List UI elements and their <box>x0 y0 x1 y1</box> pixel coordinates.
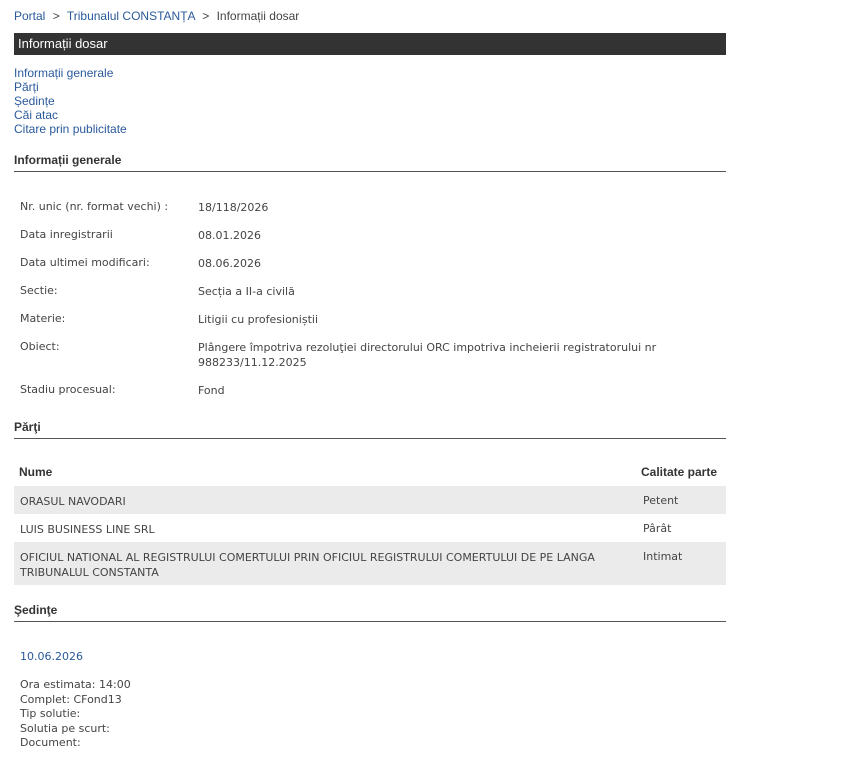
info-value: 18/118/2026 <box>198 201 269 214</box>
table-row: OFICIUL NATIONAL AL REGISTRULUI COMERTUL… <box>14 542 726 585</box>
column-header-name: Nume <box>19 465 53 479</box>
session-details: Ora estimata: 14:00 Complet: CFond13 Tip… <box>20 678 131 751</box>
nav-link-sedinte[interactable]: Ședințe <box>14 94 127 108</box>
section-nav: Informații generale Părți Ședințe Căi at… <box>14 66 127 136</box>
table-row: LUIS BUSINESS LINE SRL Pârât <box>14 514 726 542</box>
nav-link-informatii-generale[interactable]: Informații generale <box>14 66 127 80</box>
column-header-role: Calitate parte <box>641 465 718 479</box>
info-label: Sectie: <box>20 284 58 297</box>
breadcrumb-separator: > <box>52 9 60 23</box>
info-value: Plângere împotriva rezoluţiei directorul… <box>198 341 657 369</box>
session-solution-summary: Solutia pe scurt: <box>20 721 110 735</box>
breadcrumb-separator: > <box>202 9 210 23</box>
parties-table: Nume Calitate parte ORASUL NAVODARI Pete… <box>14 458 726 585</box>
session-document: Document: <box>20 736 81 749</box>
info-value: Secția a II-a civilă <box>198 285 295 298</box>
party-role: Petent <box>643 494 679 507</box>
info-label: Data inregistrarii <box>20 228 113 241</box>
table-row: ORASUL NAVODARI Petent <box>14 486 726 514</box>
breadcrumb-current: Informații dosar <box>216 9 300 23</box>
info-value: Litigii cu profesioniștii <box>198 313 318 326</box>
breadcrumb: Portal > Tribunalul CONSTANȚA > Informaț… <box>14 9 299 23</box>
nav-link-parti[interactable]: Părți <box>14 80 127 94</box>
breadcrumb-court-link[interactable]: Tribunalul CONSTANȚA <box>67 9 195 23</box>
party-name: LUIS BUSINESS LINE SRL <box>20 523 155 536</box>
nav-link-citare[interactable]: Citare prin publicitate <box>14 122 127 136</box>
info-value: 08.06.2026 <box>198 257 261 270</box>
info-value: 08.01.2026 <box>198 229 261 242</box>
nav-link-cai-atac[interactable]: Căi atac <box>14 108 127 122</box>
session-date: 10.06.2026 <box>20 650 83 663</box>
info-label: Nr. unic (nr. format vechi) : <box>20 200 169 213</box>
general-info-heading: Informații generale <box>14 153 726 172</box>
session-estimated-time: Ora estimata: 14:00 <box>20 678 131 691</box>
session-panel: Complet: CFond13 <box>20 692 122 706</box>
party-name: ORASUL NAVODARI <box>20 495 126 508</box>
sessions-heading: Şedinţe <box>14 603 726 622</box>
parties-table-header: Nume Calitate parte <box>14 458 726 486</box>
info-label: Materie: <box>20 312 66 325</box>
party-name: OFICIUL NATIONAL AL REGISTRULUI COMERTUL… <box>20 551 595 579</box>
info-label: Data ultimei modificari: <box>20 256 150 269</box>
session-solution-type: Tip solutie: <box>20 707 81 720</box>
party-role: Pârât <box>643 522 672 535</box>
info-label: Obiect: <box>20 340 60 353</box>
info-label: Stadiu procesual: <box>20 383 116 396</box>
info-value: Fond <box>198 384 225 397</box>
party-role: Intimat <box>643 550 683 563</box>
parties-heading: Părţi <box>14 420 726 439</box>
page-title-bar: Informații dosar <box>14 33 726 55</box>
breadcrumb-portal-link[interactable]: Portal <box>14 9 45 23</box>
